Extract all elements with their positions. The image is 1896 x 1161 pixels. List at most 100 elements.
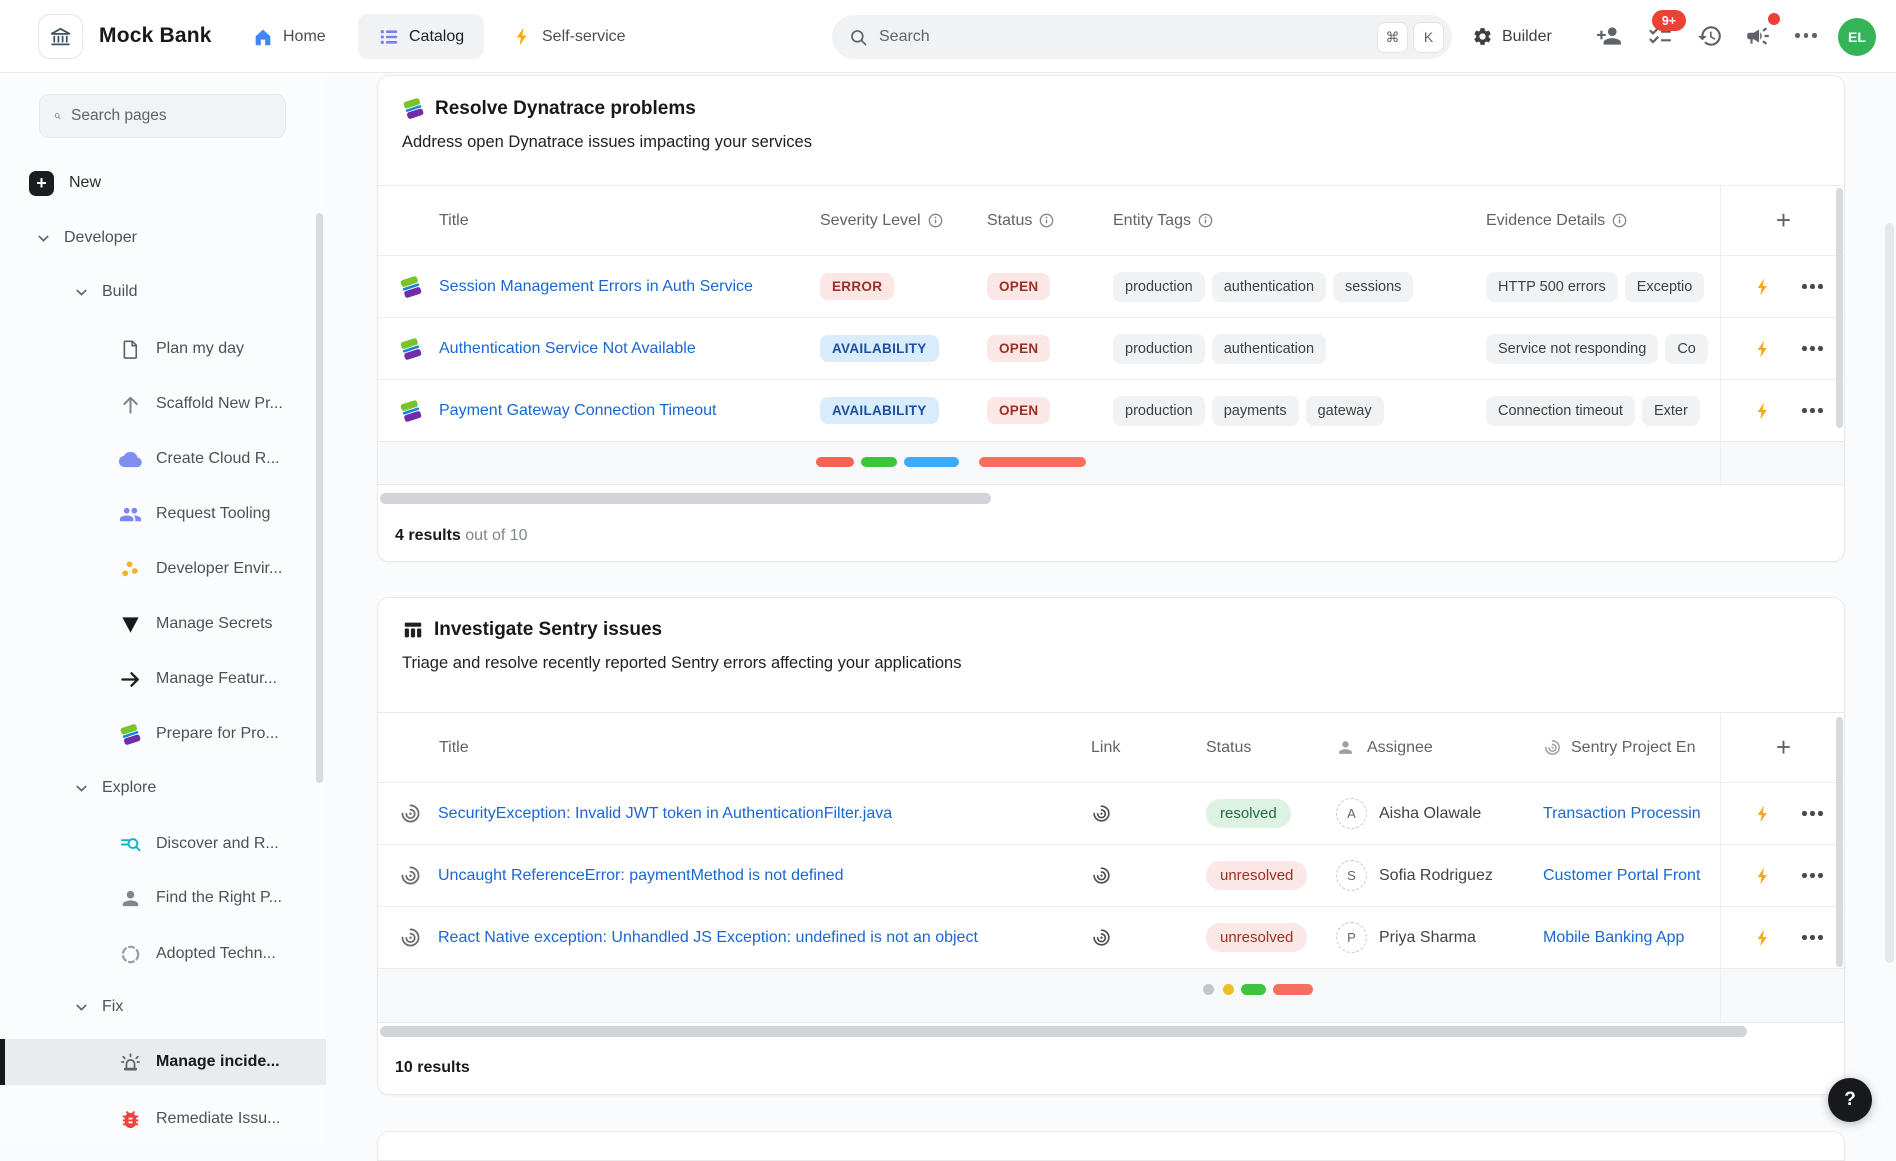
vertical-scrollbar[interactable]: [1836, 188, 1843, 428]
results-count: 10 results: [395, 1059, 470, 1077]
col-entity-tags[interactable]: Entity Tags: [1113, 212, 1191, 230]
project-link[interactable]: Customer Portal Front: [1543, 867, 1700, 885]
builder-button[interactable]: Builder: [1472, 0, 1552, 73]
global-search[interactable]: ⌘ K: [832, 15, 1452, 59]
info-icon[interactable]: [1612, 213, 1627, 228]
run-action-icon[interactable]: [1753, 804, 1773, 824]
row-menu-icon[interactable]: [1802, 811, 1823, 816]
horizontal-scrollbar[interactable]: [380, 1026, 1747, 1037]
vertical-scrollbar[interactable]: [1836, 717, 1843, 967]
dynatrace-icon: [402, 97, 425, 120]
sidebar-item-discover[interactable]: Discover and R...: [0, 822, 326, 866]
sidebar-item-developer-envir[interactable]: Developer Envir...: [0, 547, 326, 591]
sentry-icon: [399, 864, 422, 887]
sidebar-group-explore[interactable]: Explore: [0, 766, 326, 810]
col-sentry-project[interactable]: Sentry Project En: [1571, 739, 1696, 757]
sidebar-search-input[interactable]: [71, 107, 271, 125]
dynatrace-icon: [399, 275, 423, 299]
dashed-circle-icon: [119, 943, 142, 966]
nav-self-service[interactable]: Self-service: [512, 0, 626, 73]
row-title-link[interactable]: React Native exception: Unhandled JS Exc…: [438, 929, 978, 947]
table-row: Uncaught ReferenceError: paymentMethod i…: [378, 845, 1844, 907]
severity-badge: AVAILABILITY: [820, 397, 939, 424]
sidebar-group-build[interactable]: Build: [0, 270, 326, 314]
document-icon: [119, 338, 142, 361]
run-action-icon[interactable]: [1753, 277, 1773, 297]
sidebar-item-find-right-person[interactable]: Find the Right P...: [0, 876, 326, 920]
sidebar-item-adopted-tech[interactable]: Adopted Techn...: [0, 932, 326, 976]
row-title-link[interactable]: Session Management Errors in Auth Servic…: [439, 278, 753, 296]
sidebar-item-remediate-issues[interactable]: Remediate Issu...: [0, 1097, 326, 1141]
sidebar-item-request-tooling[interactable]: Request Tooling: [0, 492, 326, 536]
row-title-link[interactable]: Uncaught ReferenceError: paymentMethod i…: [438, 867, 844, 885]
col-title[interactable]: Title: [439, 212, 469, 230]
run-action-icon[interactable]: [1753, 928, 1773, 948]
horizontal-scrollbar[interactable]: [380, 493, 991, 504]
col-severity[interactable]: Severity Level: [820, 212, 921, 230]
history-icon[interactable]: [1697, 23, 1723, 49]
megaphone-icon[interactable]: [1745, 23, 1771, 49]
row-menu-icon[interactable]: [1802, 284, 1823, 289]
chevron-down-icon: [74, 1000, 89, 1015]
row-menu-icon[interactable]: [1802, 935, 1823, 940]
run-action-icon[interactable]: [1753, 401, 1773, 421]
catalog-list-icon: [378, 26, 400, 48]
col-status[interactable]: Status: [987, 212, 1032, 230]
project-link[interactable]: Transaction Processin: [1543, 805, 1701, 823]
assignee-avatar: A: [1336, 798, 1367, 829]
col-link[interactable]: Link: [1091, 739, 1120, 757]
run-action-icon[interactable]: [1753, 339, 1773, 359]
sidebar-item-prepare-for-pro[interactable]: Prepare for Pro...: [0, 712, 326, 756]
col-assignee[interactable]: Assignee: [1367, 739, 1433, 757]
more-options-icon[interactable]: [1795, 33, 1821, 59]
add-column-button[interactable]: +: [1776, 205, 1791, 236]
page-scrollbar[interactable]: [1885, 223, 1894, 963]
sidebar-scrollbar[interactable]: [316, 213, 323, 783]
sidebar-group-developer[interactable]: Developer: [0, 216, 326, 260]
sidebar-search[interactable]: [39, 94, 286, 138]
search-input[interactable]: [879, 28, 1372, 46]
user-avatar[interactable]: EL: [1838, 18, 1876, 56]
row-menu-icon[interactable]: [1802, 408, 1823, 413]
sidebar-item-scaffold-new[interactable]: Scaffold New Pr...: [0, 382, 326, 426]
sentry-icon: [1543, 738, 1562, 757]
col-evidence[interactable]: Evidence Details: [1486, 212, 1605, 230]
row-menu-icon[interactable]: [1802, 873, 1823, 878]
info-icon[interactable]: [928, 213, 943, 228]
status-badge: OPEN: [987, 397, 1050, 424]
nav-home[interactable]: Home: [252, 0, 326, 73]
sidebar-item-plan-my-day[interactable]: Plan my day: [0, 327, 326, 371]
sentry-link-icon[interactable]: [1091, 865, 1112, 886]
person-add-icon[interactable]: [1596, 23, 1622, 49]
sentry-link-icon[interactable]: [1091, 927, 1112, 948]
row-title-link[interactable]: SecurityException: Invalid JWT token in …: [438, 805, 892, 823]
sticky-column-divider: [1720, 713, 1721, 1022]
sidebar-item-manage-secrets[interactable]: Manage Secrets: [0, 602, 326, 646]
sidebar-new-button[interactable]: + New: [0, 161, 326, 205]
card-footer: 4 results out of 10: [378, 484, 1844, 562]
card-title: Resolve Dynatrace problems: [435, 98, 696, 120]
col-status[interactable]: Status: [1206, 739, 1251, 757]
sidebar-item-manage-incidents[interactable]: Manage incide...: [0, 1039, 326, 1085]
info-icon[interactable]: [1039, 213, 1054, 228]
sidebar-group-fix[interactable]: Fix: [0, 985, 326, 1029]
sidebar-item-create-cloud[interactable]: Create Cloud R...: [0, 437, 326, 481]
info-icon[interactable]: [1198, 213, 1213, 228]
plus-icon: +: [29, 171, 54, 196]
add-column-button[interactable]: +: [1776, 732, 1791, 763]
project-link[interactable]: Mobile Banking App: [1543, 929, 1684, 947]
search-icon: [54, 107, 61, 125]
help-button[interactable]: ?: [1828, 1078, 1872, 1122]
sentry-link-icon[interactable]: [1091, 803, 1112, 824]
app-logo[interactable]: [38, 14, 83, 59]
nav-catalog[interactable]: Catalog: [358, 14, 484, 59]
sidebar-item-manage-features[interactable]: Manage Featur...: [0, 657, 326, 701]
run-action-icon[interactable]: [1753, 866, 1773, 886]
row-menu-icon[interactable]: [1802, 346, 1823, 351]
row-title-link[interactable]: Payment Gateway Connection Timeout: [439, 402, 716, 420]
clipped-pill: [1241, 984, 1266, 995]
builder-label: Builder: [1502, 28, 1552, 46]
sentry-widget-card: Investigate Sentry issues Triage and res…: [377, 597, 1845, 1095]
col-title[interactable]: Title: [439, 739, 469, 757]
row-title-link[interactable]: Authentication Service Not Available: [439, 340, 696, 358]
